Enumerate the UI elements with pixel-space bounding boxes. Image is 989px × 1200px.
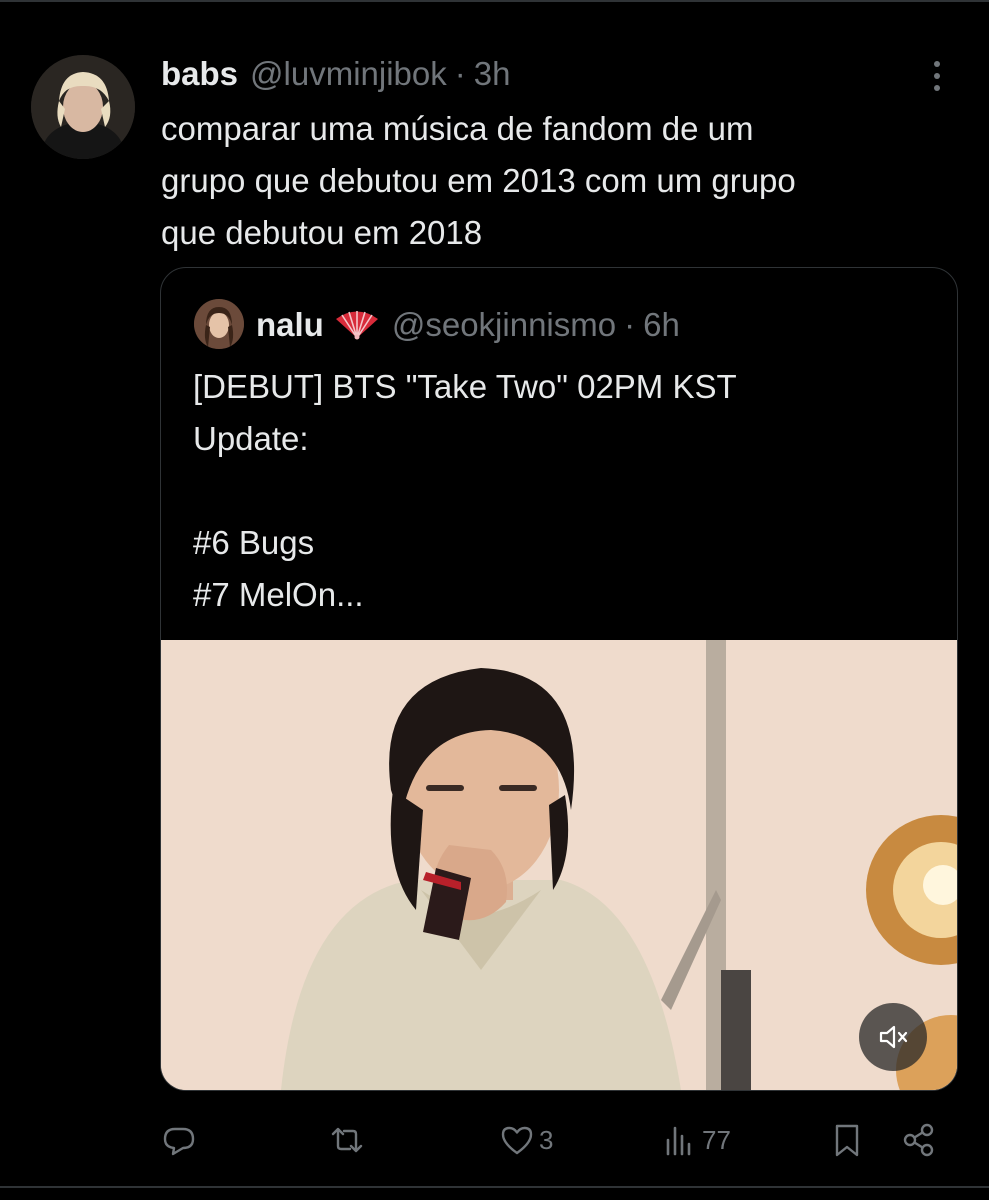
quoted-tweet[interactable]: nalu @seokjinnismo · 6h [DEBUT] BTS "Tak…: [160, 267, 958, 1091]
more-options-icon[interactable]: [920, 56, 954, 96]
author-handle[interactable]: @luvminjibok: [250, 55, 447, 93]
muted-speaker-icon: [879, 1025, 908, 1049]
tweet-actions: 3 77: [161, 1115, 951, 1165]
quoted-tweet-text: [DEBUT] BTS "Take Two" 02PM KST Update: …: [193, 368, 737, 613]
heart-icon: [501, 1126, 533, 1155]
like-button[interactable]: 3: [499, 1115, 553, 1165]
mute-button[interactable]: [859, 1003, 927, 1071]
retweet-button[interactable]: [329, 1115, 365, 1165]
author-name[interactable]: babs: [161, 55, 238, 93]
like-count: 3: [539, 1124, 554, 1155]
header-separator: ·: [454, 55, 466, 92]
tweet-header: babs @luvminjibok · 3h: [161, 52, 510, 96]
tweet-timestamp[interactable]: 3h: [474, 55, 511, 93]
reply-button[interactable]: [161, 1115, 197, 1165]
tweet-text: comparar uma música de fandom de um grup…: [161, 110, 796, 251]
author-avatar[interactable]: [31, 55, 135, 159]
share-button[interactable]: [901, 1115, 937, 1165]
quoted-video[interactable]: [161, 640, 957, 1090]
reply-icon: [163, 1127, 195, 1156]
quoted-author-handle[interactable]: @seokjinnismo: [392, 306, 616, 344]
quoted-header-separator: ·: [624, 306, 636, 343]
bottom-divider: [0, 1186, 989, 1188]
quoted-author-avatar[interactable]: [194, 299, 244, 349]
quoted-timestamp[interactable]: 6h: [643, 306, 680, 344]
analytics-icon: [666, 1126, 691, 1156]
top-divider: [0, 0, 989, 2]
views-count: 77: [702, 1124, 731, 1155]
retweet-icon: [331, 1127, 363, 1153]
folding-fan-icon: [334, 310, 380, 340]
bookmark-button[interactable]: [829, 1115, 865, 1165]
bookmark-icon: [835, 1124, 859, 1157]
share-icon: [903, 1123, 934, 1157]
quoted-tweet-header: nalu @seokjinnismo · 6h: [256, 303, 680, 347]
quoted-author-name[interactable]: nalu: [256, 306, 324, 344]
views-button[interactable]: 77: [662, 1115, 731, 1165]
